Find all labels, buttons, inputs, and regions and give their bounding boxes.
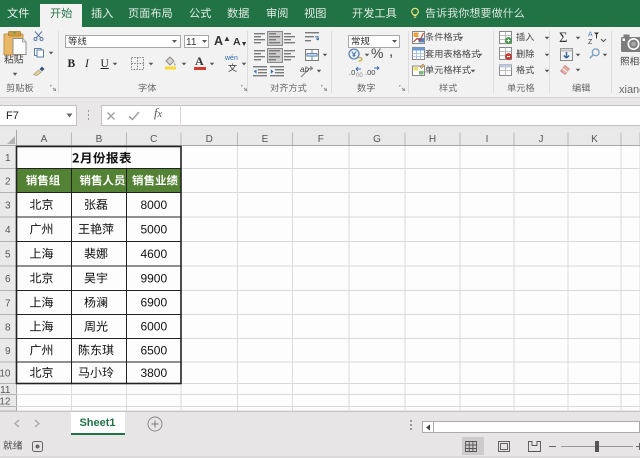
svg-text:12: 12 <box>0 396 11 407</box>
svg-text:8000: 8000 <box>140 198 167 212</box>
svg-text:8: 8 <box>5 322 11 333</box>
svg-text:A: A <box>41 134 48 145</box>
svg-text:5000: 5000 <box>140 222 167 236</box>
svg-text:6: 6 <box>5 274 11 285</box>
svg-text:00: 00 <box>356 73 363 78</box>
svg-text:4: 4 <box>5 225 11 236</box>
svg-text:7: 7 <box>5 298 11 309</box>
svg-text:3800: 3800 <box>140 366 167 380</box>
svg-text:A: A <box>588 32 593 39</box>
svg-text:9: 9 <box>5 346 11 357</box>
svg-text:3: 3 <box>5 201 11 212</box>
svg-text:H: H <box>429 134 436 145</box>
svg-text:.0: .0 <box>349 68 355 77</box>
svg-text:6900: 6900 <box>140 296 167 310</box>
svg-text:F: F <box>318 134 324 145</box>
svg-text:6000: 6000 <box>140 320 167 334</box>
svg-text:E: E <box>262 134 269 145</box>
svg-text:2: 2 <box>5 176 11 187</box>
svg-text:K: K <box>591 134 598 145</box>
svg-text:B: B <box>96 134 103 145</box>
svg-text:G: G <box>373 134 381 145</box>
svg-text:4600: 4600 <box>140 247 167 261</box>
svg-text:D: D <box>206 134 213 145</box>
svg-text:1: 1 <box>5 153 11 164</box>
svg-text:J: J <box>539 134 544 145</box>
svg-text:6500: 6500 <box>140 343 167 357</box>
svg-text:C: C <box>150 134 157 145</box>
svg-text:5: 5 <box>5 250 11 261</box>
svg-text:I: I <box>486 134 489 145</box>
svg-text:9900: 9900 <box>140 271 167 285</box>
svg-text:Z: Z <box>588 39 593 44</box>
svg-text:ab: ab <box>300 65 309 74</box>
svg-text:11: 11 <box>0 385 11 396</box>
svg-text:.00: .00 <box>365 68 375 77</box>
svg-text:10: 10 <box>0 369 11 380</box>
